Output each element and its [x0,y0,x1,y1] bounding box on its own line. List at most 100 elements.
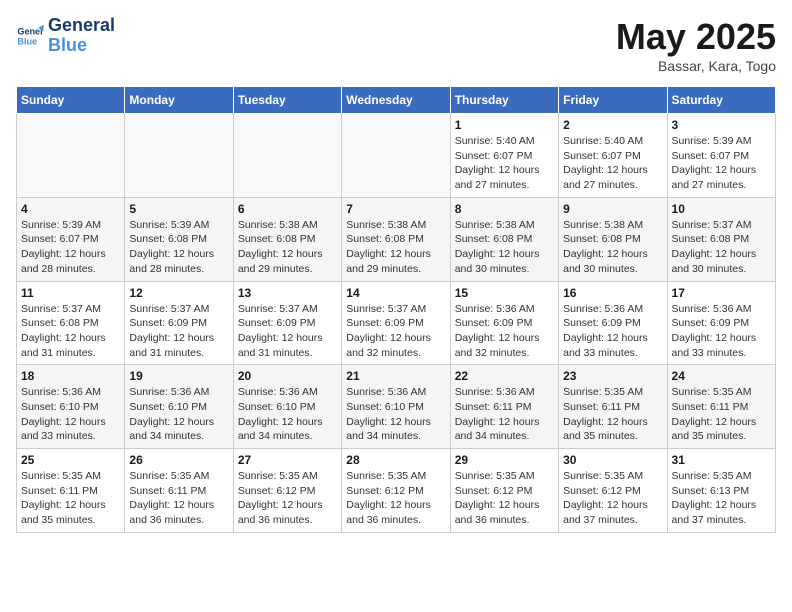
day-number: 4 [21,202,120,216]
day-info: Sunrise: 5:38 AM Sunset: 6:08 PM Dayligh… [455,218,554,277]
day-number: 24 [672,369,771,383]
day-info: Sunrise: 5:35 AM Sunset: 6:12 PM Dayligh… [563,469,662,528]
day-info: Sunrise: 5:37 AM Sunset: 6:09 PM Dayligh… [129,302,228,361]
calendar-cell: 27Sunrise: 5:35 AM Sunset: 6:12 PM Dayli… [233,449,341,533]
day-number: 17 [672,286,771,300]
day-info: Sunrise: 5:35 AM Sunset: 6:11 PM Dayligh… [21,469,120,528]
day-info: Sunrise: 5:35 AM Sunset: 6:12 PM Dayligh… [346,469,445,528]
calendar-cell: 12 Sunrise: 5:37 AM Sunset: 6:09 PM Dayli… [125,281,233,365]
calendar-cell: 20 Sunrise: 5:36 AM Sunset: 6:10 PM Dayli… [233,365,341,449]
weekday-header-wednesday: Wednesday [342,87,450,114]
day-info: Sunrise: 5:37 AM Sunset: 6:08 PM Dayligh… [672,218,771,277]
day-info: Sunrise: 5:36 AM Sunset: 6:11 PM Dayligh… [455,385,554,444]
calendar-week-row: 18 Sunrise: 5:36 AM Sunset: 6:10 PM Dayli… [17,365,776,449]
day-info: Sunrise: 5:35 AM Sunset: 6:11 PM Dayligh… [129,469,228,528]
day-info: Sunrise: 5:40 AM Sunset: 6:07 PM Dayligh… [563,134,662,193]
calendar-week-row: 1 Sunrise: 5:40 AM Sunset: 6:07 PM Daylig… [17,114,776,198]
weekday-header-thursday: Thursday [450,87,558,114]
calendar-cell: 29Sunrise: 5:35 AM Sunset: 6:12 PM Dayli… [450,449,558,533]
day-number: 8 [455,202,554,216]
day-number: 12 [129,286,228,300]
calendar-cell: 11 Sunrise: 5:37 AM Sunset: 6:08 PM Dayli… [17,281,125,365]
logo-icon: General Blue [16,22,44,50]
day-info: Sunrise: 5:38 AM Sunset: 6:08 PM Dayligh… [238,218,337,277]
day-number: 2 [563,118,662,132]
day-info: Sunrise: 5:37 AM Sunset: 6:09 PM Dayligh… [238,302,337,361]
calendar-cell: 22Sunrise: 5:36 AM Sunset: 6:11 PM Dayli… [450,365,558,449]
calendar-cell: 28 Sunrise: 5:35 AM Sunset: 6:12 PM Dayli… [342,449,450,533]
day-info: Sunrise: 5:36 AM Sunset: 6:10 PM Dayligh… [21,385,120,444]
day-number: 10 [672,202,771,216]
day-info: Sunrise: 5:36 AM Sunset: 6:09 PM Dayligh… [672,302,771,361]
calendar-cell: 23Sunrise: 5:35 AM Sunset: 6:11 PM Dayli… [559,365,667,449]
day-number: 31 [672,453,771,467]
weekday-header-row: SundayMondayTuesdayWednesdayThursdayFrid… [17,87,776,114]
day-info: Sunrise: 5:37 AM Sunset: 6:09 PM Dayligh… [346,302,445,361]
calendar-cell: 15 Sunrise: 5:36 AM Sunset: 6:09 PM Dayli… [450,281,558,365]
calendar-cell: 10 Sunrise: 5:37 AM Sunset: 6:08 PM Dayli… [667,197,775,281]
day-info: Sunrise: 5:35 AM Sunset: 6:13 PM Dayligh… [672,469,771,528]
day-number: 11 [21,286,120,300]
calendar-week-row: 4 Sunrise: 5:39 AM Sunset: 6:07 PM Daylig… [17,197,776,281]
day-number: 23 [563,369,662,383]
calendar-cell: 17 Sunrise: 5:36 AM Sunset: 6:09 PM Dayli… [667,281,775,365]
day-number: 6 [238,202,337,216]
day-info: Sunrise: 5:38 AM Sunset: 6:08 PM Dayligh… [563,218,662,277]
calendar-cell: 6 Sunrise: 5:38 AM Sunset: 6:08 PM Daylig… [233,197,341,281]
page-header: General Blue GeneralBlue May 2025 Bassar… [16,16,776,74]
calendar-cell: 31 Sunrise: 5:35 AM Sunset: 6:13 PM Dayli… [667,449,775,533]
month-title: May 2025 [616,16,776,58]
calendar-cell: 19Sunrise: 5:36 AM Sunset: 6:10 PM Dayli… [125,365,233,449]
logo-text: GeneralBlue [48,16,115,56]
day-number: 5 [129,202,228,216]
calendar-cell: 30Sunrise: 5:35 AM Sunset: 6:12 PM Dayli… [559,449,667,533]
day-number: 3 [672,118,771,132]
calendar-cell: 18 Sunrise: 5:36 AM Sunset: 6:10 PM Dayli… [17,365,125,449]
calendar-cell: 9 Sunrise: 5:38 AM Sunset: 6:08 PM Daylig… [559,197,667,281]
day-number: 1 [455,118,554,132]
day-number: 18 [21,369,120,383]
weekday-header-sunday: Sunday [17,87,125,114]
day-number: 25 [21,453,120,467]
calendar-cell: 24Sunrise: 5:35 AM Sunset: 6:11 PM Dayli… [667,365,775,449]
calendar-cell: 5 Sunrise: 5:39 AM Sunset: 6:08 PM Daylig… [125,197,233,281]
title-block: May 2025 Bassar, Kara, Togo [616,16,776,74]
day-info: Sunrise: 5:35 AM Sunset: 6:12 PM Dayligh… [455,469,554,528]
calendar-cell: 14 Sunrise: 5:37 AM Sunset: 6:09 PM Dayli… [342,281,450,365]
location-subtitle: Bassar, Kara, Togo [616,58,776,74]
calendar-cell [342,114,450,198]
day-info: Sunrise: 5:37 AM Sunset: 6:08 PM Dayligh… [21,302,120,361]
day-number: 13 [238,286,337,300]
calendar-cell: 2 Sunrise: 5:40 AM Sunset: 6:07 PM Daylig… [559,114,667,198]
calendar-cell [125,114,233,198]
weekday-header-monday: Monday [125,87,233,114]
weekday-header-tuesday: Tuesday [233,87,341,114]
day-number: 14 [346,286,445,300]
day-info: Sunrise: 5:39 AM Sunset: 6:08 PM Dayligh… [129,218,228,277]
calendar-cell: 25 Sunrise: 5:35 AM Sunset: 6:11 PM Dayli… [17,449,125,533]
calendar-cell: 26Sunrise: 5:35 AM Sunset: 6:11 PM Dayli… [125,449,233,533]
calendar-cell: 16Sunrise: 5:36 AM Sunset: 6:09 PM Dayli… [559,281,667,365]
day-info: Sunrise: 5:36 AM Sunset: 6:10 PM Dayligh… [238,385,337,444]
calendar-cell [17,114,125,198]
calendar-cell [233,114,341,198]
day-number: 9 [563,202,662,216]
calendar-cell: 13 Sunrise: 5:37 AM Sunset: 6:09 PM Dayli… [233,281,341,365]
calendar-cell: 21Sunrise: 5:36 AM Sunset: 6:10 PM Dayli… [342,365,450,449]
day-info: Sunrise: 5:36 AM Sunset: 6:10 PM Dayligh… [346,385,445,444]
calendar-cell: 3 Sunrise: 5:39 AM Sunset: 6:07 PM Daylig… [667,114,775,198]
day-number: 27 [238,453,337,467]
day-info: Sunrise: 5:39 AM Sunset: 6:07 PM Dayligh… [672,134,771,193]
calendar-week-row: 11 Sunrise: 5:37 AM Sunset: 6:08 PM Dayli… [17,281,776,365]
day-info: Sunrise: 5:36 AM Sunset: 6:09 PM Dayligh… [455,302,554,361]
day-number: 19 [129,369,228,383]
day-number: 7 [346,202,445,216]
calendar-cell: 8 Sunrise: 5:38 AM Sunset: 6:08 PM Daylig… [450,197,558,281]
calendar-cell: 4 Sunrise: 5:39 AM Sunset: 6:07 PM Daylig… [17,197,125,281]
svg-text:Blue: Blue [17,36,37,46]
day-number: 20 [238,369,337,383]
day-number: 28 [346,453,445,467]
day-info: Sunrise: 5:38 AM Sunset: 6:08 PM Dayligh… [346,218,445,277]
day-info: Sunrise: 5:39 AM Sunset: 6:07 PM Dayligh… [21,218,120,277]
day-number: 15 [455,286,554,300]
